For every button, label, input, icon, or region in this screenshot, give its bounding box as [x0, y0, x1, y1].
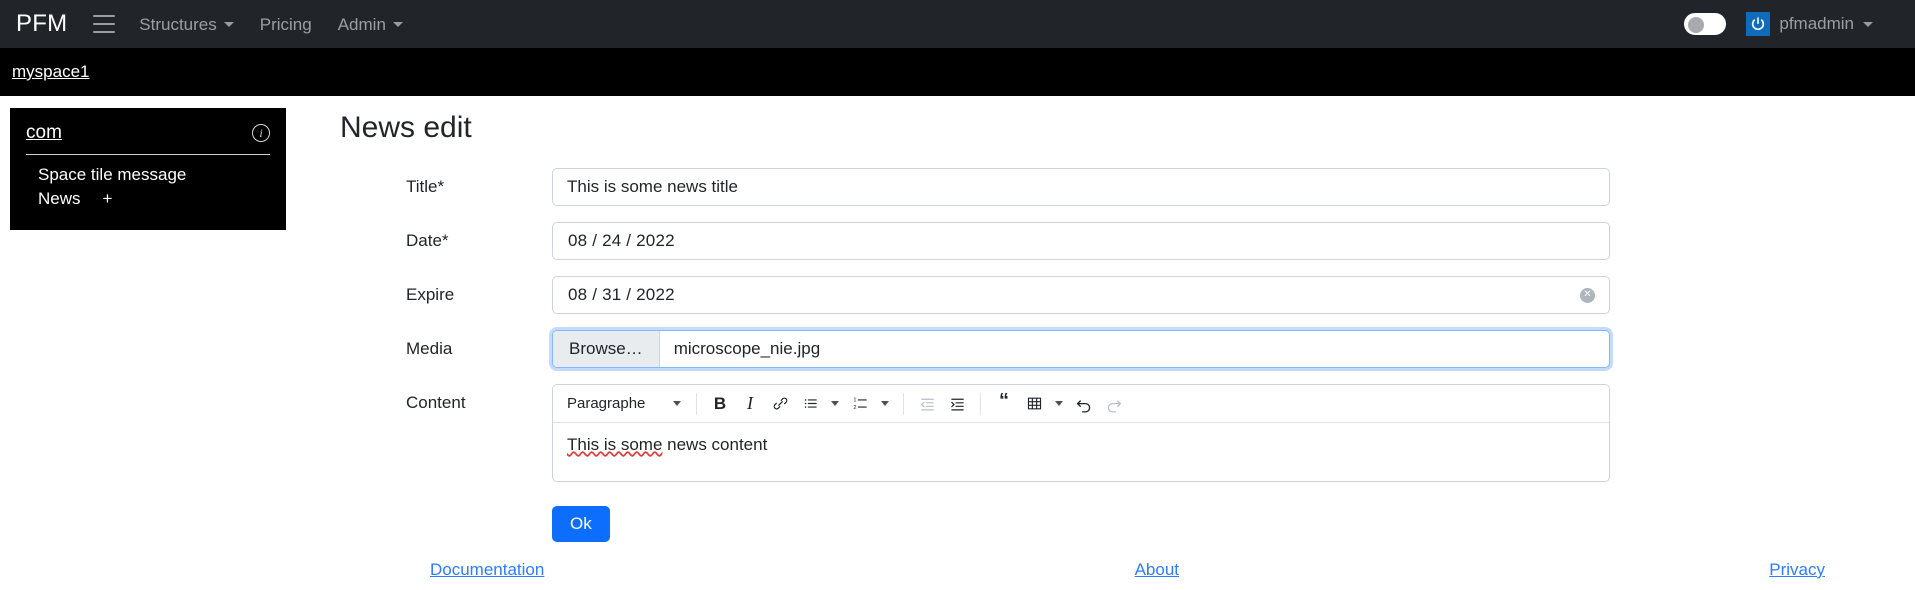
paragraph-style-select[interactable]: Paragraphe — [561, 390, 687, 418]
ok-button[interactable]: Ok — [552, 506, 610, 543]
hamburger-bar — [93, 15, 116, 17]
hamburger-bar — [93, 31, 116, 33]
editor-content-area[interactable]: This is some news content — [553, 423, 1609, 481]
space-tile-message-row: Space tile message — [38, 163, 270, 187]
form-row-content: Content Paragraphe B I 1 2 “ This is som… — [340, 384, 1915, 482]
main-content: News edit Title* This is some news title… — [296, 96, 1915, 543]
add-news-icon[interactable]: + — [103, 187, 113, 211]
hamburger-bar — [93, 23, 116, 25]
indent-icon[interactable] — [943, 390, 971, 418]
outdent-icon[interactable] — [913, 390, 941, 418]
navbar-right: pfmadmin — [1684, 12, 1899, 36]
svg-text:2: 2 — [853, 405, 856, 411]
space-tile-header: com i — [26, 122, 270, 144]
bullet-list-chevron-down-icon[interactable] — [826, 390, 844, 418]
brand-logo[interactable]: PFM — [16, 12, 67, 36]
chevron-down-icon — [881, 401, 889, 406]
rich-text-editor: Paragraphe B I 1 2 “ This is some news c… — [552, 384, 1610, 482]
chevron-down-icon — [1055, 401, 1063, 406]
blockquote-icon[interactable]: “ — [990, 390, 1018, 418]
breadcrumb-link-myspace1[interactable]: myspace1 — [12, 62, 89, 82]
expire-field-wrap: 08 / 31 / 2022 ✕ — [552, 276, 1610, 314]
footer-link-documentation[interactable]: Documentation — [430, 560, 544, 580]
undo-icon[interactable] — [1070, 390, 1098, 418]
link-icon[interactable] — [766, 390, 794, 418]
italic-icon[interactable]: I — [736, 390, 764, 418]
numbered-list-icon[interactable]: 1 2 — [846, 390, 874, 418]
redo-icon[interactable] — [1100, 390, 1128, 418]
nav-item-admin[interactable]: Admin — [338, 16, 403, 33]
numbered-list-chevron-down-icon[interactable] — [876, 390, 894, 418]
toggle-knob — [1688, 17, 1705, 33]
chevron-down-icon — [223, 21, 234, 27]
space-tile-title-link[interactable]: com — [26, 122, 62, 144]
power-icon — [1746, 12, 1771, 36]
date-label: Date* — [406, 231, 449, 250]
space-tile-message-label: Space tile message — [38, 165, 187, 184]
content-label: Content — [406, 393, 466, 412]
bold-icon[interactable]: B — [706, 390, 734, 418]
browse-button[interactable]: Browse… — [553, 331, 660, 367]
divider — [26, 154, 270, 155]
nav-item-structures[interactable]: Structures — [139, 14, 234, 34]
toolbar-divider — [903, 392, 904, 415]
top-navbar: PFM Structures Pricing Admin pfmadmin — [0, 0, 1915, 48]
media-field-wrap: Browse… microscope_nie.jpg — [552, 330, 1610, 368]
nav-item-label: Structures — [139, 14, 217, 34]
toolbar-divider — [696, 392, 697, 415]
page-body: com i Space tile message News + News edi… — [0, 96, 1915, 590]
table-chevron-down-icon[interactable] — [1050, 390, 1068, 418]
form-row-media: Media Browse… microscope_nie.jpg — [340, 330, 1915, 368]
date-input[interactable]: 08 / 24 / 2022 — [552, 222, 1610, 260]
form-row-expire: Expire 08 / 31 / 2022 ✕ — [340, 276, 1915, 314]
editor-content-text-rest: news content — [662, 435, 768, 454]
sidebar: com i Space tile message News + — [0, 96, 296, 230]
nav-item-pricing[interactable]: Pricing — [260, 16, 312, 33]
nav-links: Structures Pricing Admin — [139, 16, 403, 33]
svg-text:1: 1 — [853, 397, 856, 403]
table-icon[interactable] — [1020, 390, 1048, 418]
footer-link-privacy[interactable]: Privacy — [1769, 560, 1825, 580]
space-tile-news-row: News + — [38, 187, 270, 211]
expire-input-value: 08 / 31 / 2022 — [568, 285, 675, 304]
chevron-down-icon — [673, 401, 681, 406]
chevron-down-icon — [831, 401, 839, 406]
hamburger-icon[interactable] — [93, 15, 116, 33]
expire-label: Expire — [406, 285, 455, 304]
form-row-title: Title* This is some news title — [340, 168, 1915, 206]
content-field-wrap: Paragraphe B I 1 2 “ This is some news c… — [552, 384, 1610, 482]
footer-link-about[interactable]: About — [1135, 560, 1179, 580]
media-label: Media — [406, 339, 453, 358]
title-field-wrap: This is some news title — [552, 168, 1610, 206]
paragraph-style-value: Paragraphe — [567, 395, 646, 412]
chevron-down-icon — [1863, 21, 1873, 27]
form-row-date: Date* 08 / 24 / 2022 — [340, 222, 1915, 260]
media-file-input[interactable]: Browse… microscope_nie.jpg — [552, 330, 1610, 368]
editor-toolbar: Paragraphe B I 1 2 “ — [553, 385, 1609, 423]
toolbar-divider — [980, 392, 981, 415]
chevron-down-icon — [392, 21, 403, 27]
space-tile-news-label[interactable]: News — [38, 187, 81, 211]
info-icon[interactable]: i — [252, 124, 270, 142]
space-tile: com i Space tile message News + — [10, 108, 286, 230]
footer: Documentation About Privacy — [0, 560, 1915, 580]
breadcrumb-bar: myspace1 — [0, 48, 1915, 96]
media-file-name: microscope_nie.jpg — [673, 339, 821, 358]
title-input[interactable]: This is some news title — [552, 168, 1610, 206]
space-tile-body: Space tile message News + — [26, 163, 270, 211]
title-label: Title* — [406, 177, 445, 196]
nav-item-label: Admin — [337, 14, 386, 34]
user-menu-label: pfmadmin — [1779, 14, 1854, 33]
user-menu[interactable]: pfmadmin — [1746, 12, 1873, 36]
page-title: News edit — [340, 111, 472, 144]
date-field-wrap: 08 / 24 / 2022 — [552, 222, 1610, 260]
nav-item-label: Pricing — [259, 14, 312, 34]
bullet-list-icon[interactable] — [796, 390, 824, 418]
clear-circle-icon[interactable]: ✕ — [1580, 287, 1595, 303]
expire-input[interactable]: 08 / 31 / 2022 ✕ — [552, 276, 1610, 314]
editor-content-text-misspelled: This is some — [567, 435, 663, 454]
submit-row: Ok — [340, 506, 1915, 543]
theme-toggle-switch[interactable] — [1684, 13, 1727, 35]
